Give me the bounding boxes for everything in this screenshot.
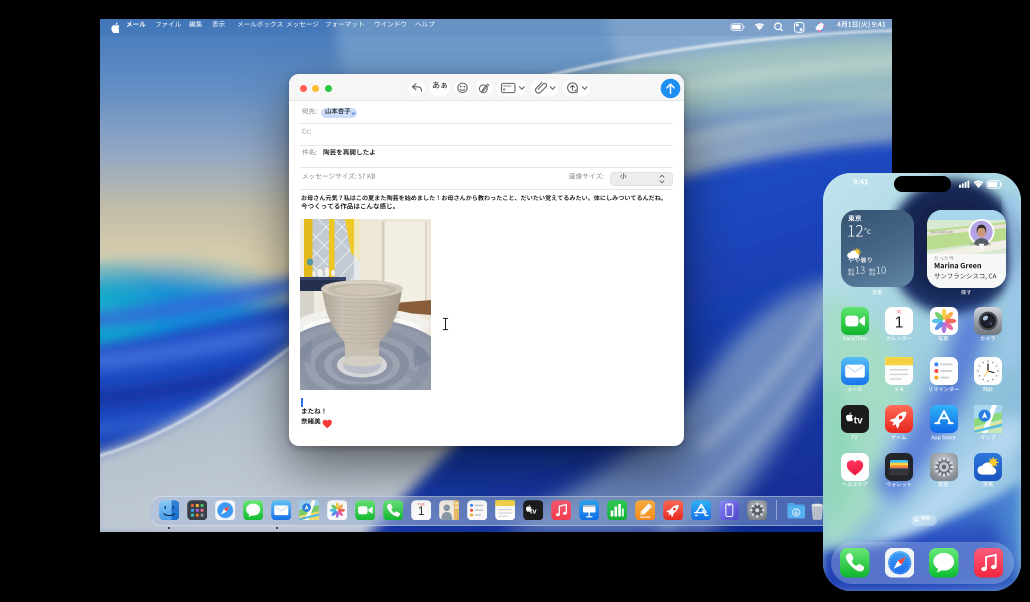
svg-text:TUE: TUE: [417, 502, 425, 506]
svg-text:1: 1: [895, 314, 904, 331]
svg-text:1: 1: [418, 506, 424, 518]
svg-text:tv: tv: [853, 415, 862, 426]
svg-text:tv: tv: [530, 506, 537, 515]
